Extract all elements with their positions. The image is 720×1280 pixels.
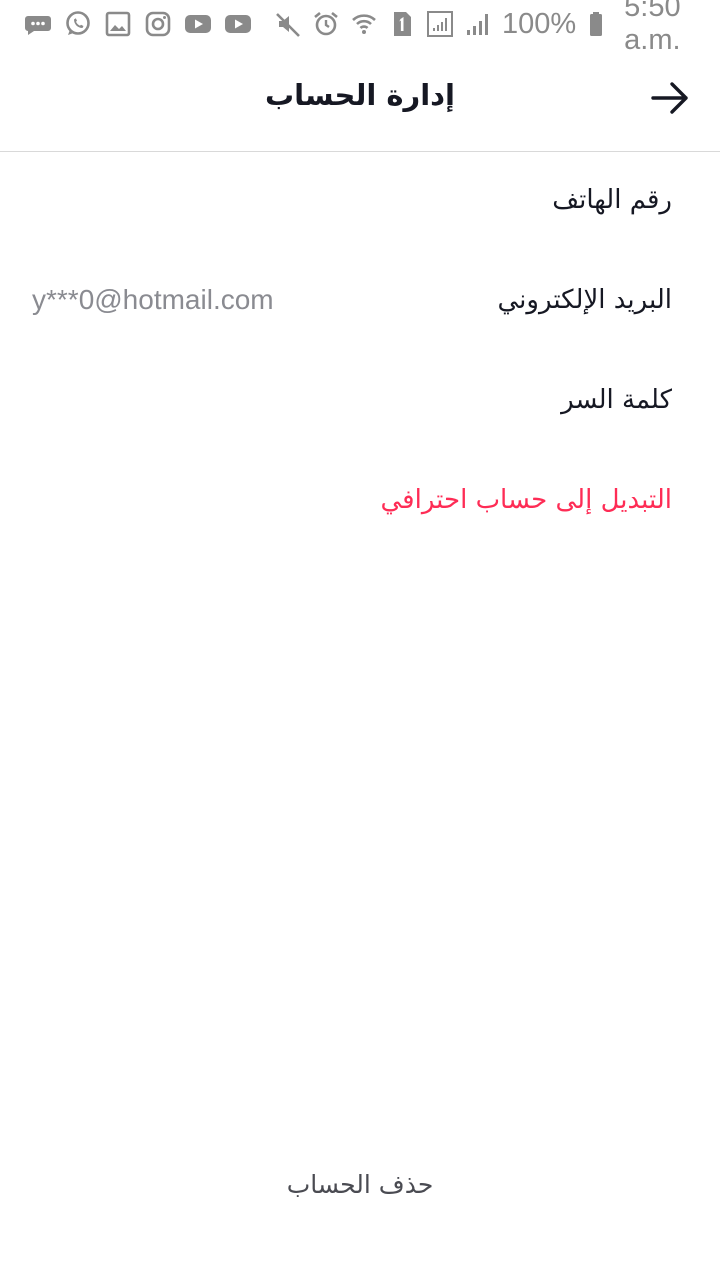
youtube-icon (224, 10, 252, 38)
signal-icon (464, 10, 492, 38)
page-title: إدارة الحساب (265, 78, 455, 112)
mute-icon (274, 10, 302, 38)
email-item[interactable]: البريد الإلكتروني y***0@hotmail.com (0, 252, 720, 352)
switch-to-pro-account-label: التبديل إلى حساب احترافي (380, 485, 673, 515)
instagram-icon (144, 10, 172, 38)
alarm-icon (312, 10, 340, 38)
password-item[interactable]: كلمة السر (0, 352, 720, 452)
back-button[interactable] (648, 76, 692, 120)
arrow-right-icon (651, 82, 688, 114)
battery-icon (582, 10, 610, 38)
phone-number-item[interactable]: رقم الهاتف (0, 152, 720, 252)
sim1-icon (388, 10, 416, 38)
status-bar: 100% 5:50 a.m. (0, 0, 720, 56)
notification-icons (24, 10, 264, 38)
email-value: y***0@hotmail.com (32, 284, 274, 315)
gallery-icon (104, 10, 132, 38)
wifi-icon (350, 10, 378, 38)
settings-list: رقم الهاتف البريد الإلكتروني y***0@hotma… (0, 152, 720, 552)
header: إدارة الحساب (0, 48, 720, 152)
password-label: كلمة السر (561, 385, 672, 415)
battery-percentage: 100% (502, 7, 577, 40)
delete-account-button[interactable]: حذف الحساب (0, 1160, 720, 1210)
account-management-screen: 100% 5:50 a.m. إدارة الحساب رقم الهاتف ا… (0, 0, 720, 1280)
switch-to-pro-account-item[interactable]: التبديل إلى حساب احترافي (0, 452, 720, 552)
whatsapp-icon (64, 10, 92, 38)
email-label: البريد الإلكتروني (497, 285, 672, 315)
signal-outline-icon (426, 10, 454, 38)
youtube-icon (184, 10, 212, 38)
chat-bubble-icon (24, 10, 52, 38)
phone-number-label: رقم الهاتف (552, 185, 672, 215)
